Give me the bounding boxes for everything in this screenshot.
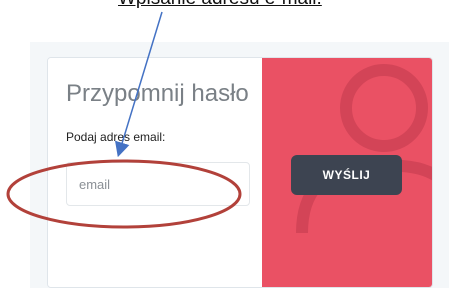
annotation-caption: Wpisanie adresu e-mail:	[118, 0, 322, 10]
email-label: Podaj adres email:	[66, 130, 166, 144]
page-title: Przypomnij hasło	[66, 80, 249, 107]
form-panel: Przypomnij hasło Podaj adres email:	[48, 58, 262, 287]
email-field[interactable]	[66, 162, 250, 206]
reset-password-card: Przypomnij hasło Podaj adres email: WYŚL…	[47, 57, 433, 288]
submit-button[interactable]: WYŚLIJ	[291, 155, 402, 195]
